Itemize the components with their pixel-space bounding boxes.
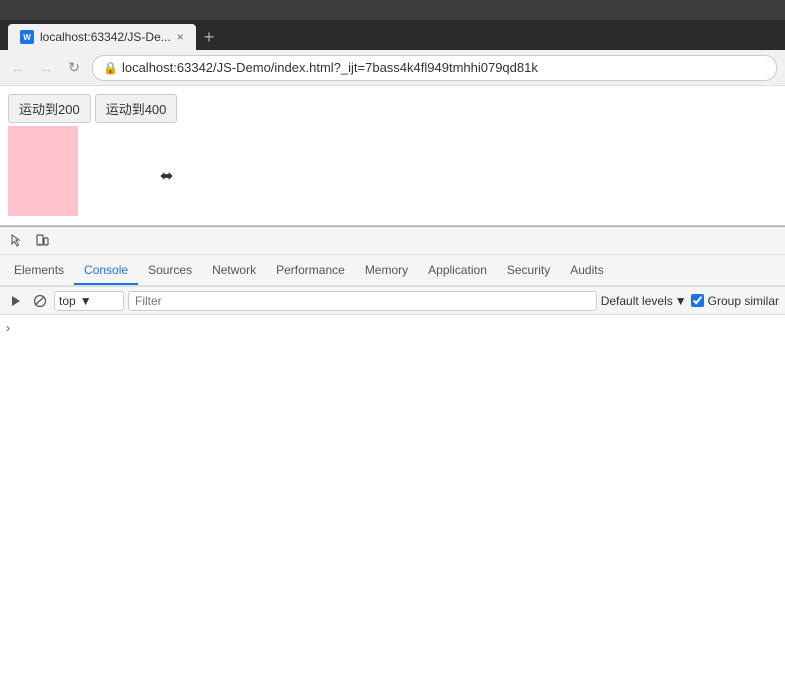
tab-elements[interactable]: Elements — [4, 257, 74, 285]
context-value: top — [59, 294, 76, 308]
page-content: 运动到200 运动到400 ⬌ — [0, 86, 785, 226]
tab-console[interactable]: Console — [74, 257, 138, 285]
lock-icon: 🔒 — [103, 61, 118, 75]
tab-application[interactable]: Application — [418, 257, 497, 285]
tab-title: localhost:63342/JS-De... — [40, 30, 171, 44]
cursor-indicator: ⬌ — [160, 166, 173, 186]
move-400-button[interactable]: 运动到400 — [95, 94, 178, 123]
button-group: 运动到200 运动到400 — [8, 94, 777, 123]
console-toolbar: top ▼ Default levels ▼ Group similar — [0, 287, 785, 315]
device-toolbar-button[interactable] — [30, 229, 54, 253]
browser-tab[interactable]: W localhost:63342/JS-De... × — [8, 24, 196, 50]
default-levels-arrow: ▼ — [675, 294, 687, 308]
clear-console-button[interactable] — [6, 291, 26, 311]
tab-close-button[interactable]: × — [177, 30, 184, 44]
address-bar: ← → ↻ 🔒 localhost:63342/JS-Demo/index.ht… — [0, 50, 785, 86]
tab-memory[interactable]: Memory — [355, 257, 418, 285]
console-filter-input[interactable] — [128, 291, 597, 311]
devtools-toolbar — [0, 227, 785, 255]
tab-sources[interactable]: Sources — [138, 257, 202, 285]
tab-network[interactable]: Network — [202, 257, 266, 285]
tab-security[interactable]: Security — [497, 257, 560, 285]
url-text: localhost:63342/JS-Demo/index.html?_ijt=… — [122, 60, 538, 75]
refresh-button[interactable]: ↻ — [64, 58, 84, 78]
group-similar-label: Group similar — [708, 294, 779, 308]
default-levels-button[interactable]: Default levels ▼ — [601, 294, 687, 308]
context-selector[interactable]: top ▼ — [54, 291, 124, 311]
browser-chrome — [0, 0, 785, 20]
context-dropdown-icon: ▼ — [80, 294, 92, 308]
console-output: › — [0, 315, 785, 512]
devtools-panel: Elements Console Sources Network Perform… — [0, 226, 785, 512]
tab-performance[interactable]: Performance — [266, 257, 355, 285]
forward-button[interactable]: → — [36, 58, 56, 78]
devtools-tabs: Elements Console Sources Network Perform… — [0, 255, 785, 287]
inspect-element-button[interactable] — [4, 229, 28, 253]
back-button[interactable]: ← — [8, 58, 28, 78]
animated-box — [8, 126, 78, 216]
tab-audits[interactable]: Audits — [560, 257, 613, 285]
url-bar[interactable]: 🔒 localhost:63342/JS-Demo/index.html?_ij… — [92, 55, 777, 81]
tab-bar: W localhost:63342/JS-De... × + — [0, 20, 785, 50]
group-similar-checkbox[interactable] — [691, 294, 704, 307]
move-200-button[interactable]: 运动到200 — [8, 94, 91, 123]
tab-favicon: W — [20, 30, 34, 44]
console-prompt-chevron[interactable]: › — [6, 321, 10, 335]
filter-button[interactable] — [30, 291, 50, 311]
group-similar-option[interactable]: Group similar — [691, 294, 779, 308]
new-tab-button[interactable]: + — [196, 24, 223, 50]
